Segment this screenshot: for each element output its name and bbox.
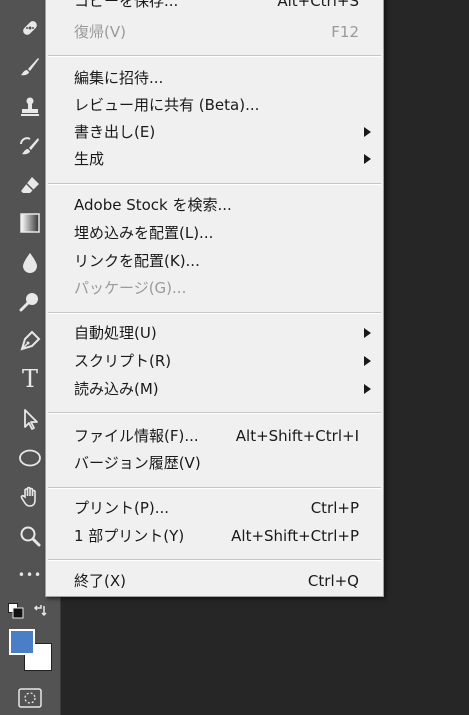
menu-item-label: 復帰(V)	[74, 23, 126, 41]
menu-item-shortcut: Alt+Ctrl+S	[277, 0, 359, 10]
menu-item-label: 埋め込みを配置(L)...	[74, 224, 214, 242]
menu-item-share-for-review[interactable]: レビュー用に共有 (Beta)...	[46, 92, 383, 118]
menu-item-place-embedded[interactable]: 埋め込みを配置(L)...	[46, 220, 383, 246]
pen-icon[interactable]	[12, 325, 48, 357]
menu-item-scripts[interactable]: スクリプト(R)	[46, 348, 383, 374]
quick-mask-icon[interactable]	[18, 688, 42, 708]
menu-item-save-a-copy[interactable]: コピーを保存... Alt+Ctrl+S	[46, 0, 383, 14]
gradient-icon[interactable]	[12, 207, 48, 239]
eraser-icon[interactable]	[12, 169, 48, 201]
menu-separator	[48, 183, 381, 185]
brush-icon[interactable]	[12, 51, 48, 83]
foreground-color-swatch[interactable]	[9, 629, 35, 655]
menu-item-package[interactable]: パッケージ(G)...	[46, 275, 383, 301]
menu-item-automate[interactable]: 自動処理(U)	[46, 320, 383, 346]
blur-drop-icon[interactable]	[12, 246, 48, 278]
default-colors-icon[interactable]	[8, 603, 24, 619]
zoom-icon[interactable]	[12, 520, 48, 552]
history-brush-icon[interactable]	[12, 131, 48, 163]
submenu-arrow-icon	[364, 384, 371, 394]
menu-item-shortcut: Alt+Shift+Ctrl+I	[235, 427, 359, 445]
menu-item-import[interactable]: 読み込み(M)	[46, 376, 383, 402]
menu-item-label: リンクを配置(K)...	[74, 252, 200, 270]
menu-separator	[48, 55, 381, 57]
menu-item-label: バージョン履歴(V)	[74, 454, 201, 472]
submenu-arrow-icon	[364, 356, 371, 366]
menu-item-file-info[interactable]: ファイル情報(F)... Alt+Shift+Ctrl+I	[46, 423, 383, 449]
menu-item-label: 読み込み(M)	[74, 380, 159, 398]
menu-item-revert[interactable]: 復帰(V) F12	[46, 19, 383, 45]
submenu-arrow-icon	[364, 127, 371, 137]
more-glyph: •••	[17, 568, 43, 582]
menu-item-shortcut: F12	[331, 23, 359, 41]
menu-item-label: スクリプト(R)	[74, 352, 172, 370]
ellipse-icon[interactable]	[12, 442, 48, 474]
menu-item-place-linked[interactable]: リンクを配置(K)...	[46, 248, 383, 274]
menu-separator	[48, 412, 381, 414]
menu-item-label: 終了(X)	[74, 572, 126, 590]
menu-item-label: 自動処理(U)	[74, 324, 157, 342]
menu-item-label: コピーを保存...	[74, 0, 179, 10]
path-selection-icon[interactable]	[12, 403, 48, 435]
clone-stamp-icon[interactable]	[12, 91, 48, 123]
menu-separator	[48, 559, 381, 561]
menu-item-label: 1 部プリント(Y)	[74, 527, 185, 545]
menu-item-label: プリント(P)...	[74, 499, 170, 517]
menu-item-print[interactable]: プリント(P)... Ctrl+P	[46, 495, 383, 521]
menu-separator	[48, 487, 381, 489]
menu-item-exit[interactable]: 終了(X) Ctrl+Q	[46, 568, 383, 594]
more-tools-icon[interactable]: •••	[12, 559, 48, 591]
submenu-arrow-icon	[364, 328, 371, 338]
menu-item-shortcut: Ctrl+P	[310, 499, 359, 517]
menu-item-label: 編集に招待...	[74, 69, 164, 87]
type-glyph: T	[21, 365, 38, 393]
menu-item-version-history[interactable]: バージョン履歴(V)	[46, 450, 383, 476]
menu-item-print-one-copy[interactable]: 1 部プリント(Y) Alt+Shift+Ctrl+P	[46, 523, 383, 549]
file-menu-dropdown: コピーを保存... Alt+Ctrl+S 復帰(V) F12 編集に招待... …	[45, 0, 384, 597]
menu-item-shortcut: Alt+Shift+Ctrl+P	[231, 527, 359, 545]
type-icon[interactable]: T	[12, 363, 48, 395]
menu-item-label: レビュー用に共有 (Beta)...	[74, 96, 260, 114]
menu-item-shortcut: Ctrl+Q	[307, 572, 359, 590]
menu-item-invite-to-edit[interactable]: 編集に招待...	[46, 65, 383, 91]
healing-brush-icon[interactable]	[12, 12, 48, 44]
dodge-icon[interactable]	[12, 286, 48, 318]
menu-separator	[48, 312, 381, 314]
submenu-arrow-icon	[364, 154, 371, 164]
menu-item-export[interactable]: 書き出し(E)	[46, 119, 383, 145]
menu-item-label: 生成	[74, 150, 105, 168]
menu-item-label: ファイル情報(F)...	[74, 427, 199, 445]
swap-colors-icon[interactable]	[33, 602, 49, 618]
menu-item-label: 書き出し(E)	[74, 123, 156, 141]
hand-icon[interactable]	[12, 481, 48, 513]
menu-item-label: Adobe Stock を検索...	[74, 196, 232, 214]
menu-item-label: パッケージ(G)...	[74, 279, 187, 297]
menu-item-generate[interactable]: 生成	[46, 146, 383, 172]
menu-item-search-adobe-stock[interactable]: Adobe Stock を検索...	[46, 192, 383, 218]
